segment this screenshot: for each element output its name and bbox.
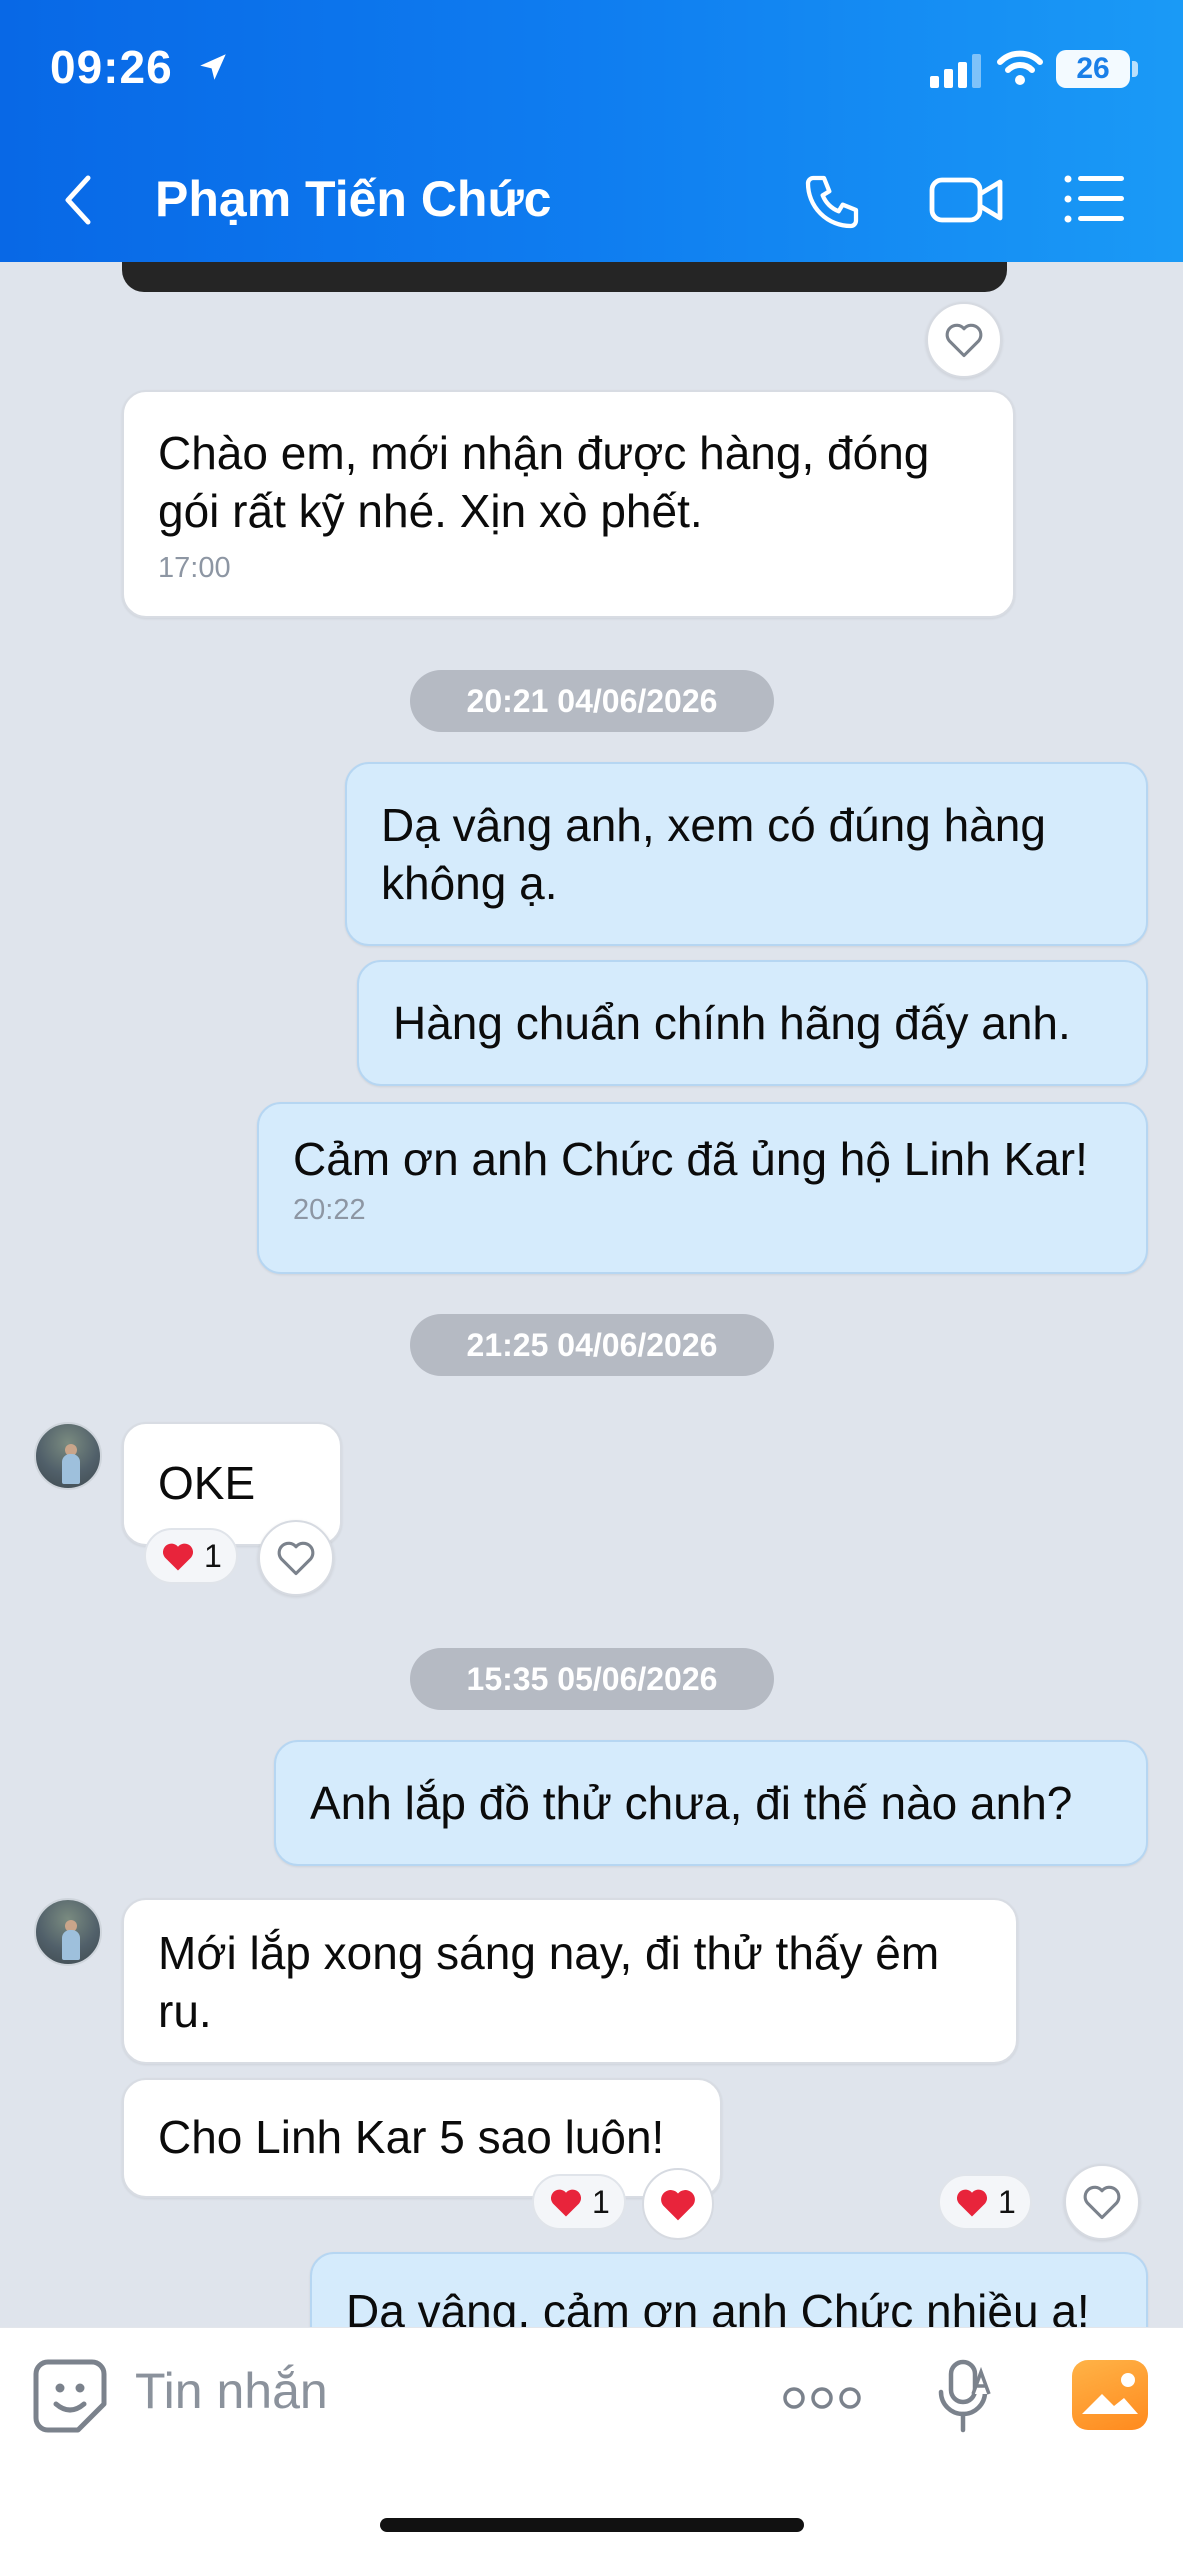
heart-outline-icon [945, 323, 983, 358]
like-button[interactable] [258, 1520, 334, 1596]
message-text: Dạ vâng anh, xem có đúng hàng không ạ. [381, 799, 1046, 909]
message-input[interactable]: Tin nhắn [135, 2362, 328, 2420]
reaction-count: 1 [998, 2183, 1016, 2220]
heart-icon [661, 2190, 695, 2221]
battery-indicator: 26 [1056, 50, 1130, 88]
date-separator: 15:35 05/06/2026 [410, 1648, 774, 1710]
reaction-badge[interactable]: 1 [144, 1528, 238, 1584]
heart-icon [162, 1543, 194, 1571]
incoming-message[interactable]: Mới lắp xong sáng nay, đi thử thấy êm ru… [122, 1898, 1018, 2064]
message-text: Cảm ơn anh Chức đã ủng hộ Linh Kar! [293, 1133, 1088, 1185]
photo-glyph-icon [1082, 2373, 1138, 2414]
chat-header: 09:26 26 Phạm Tiến Chức [0, 0, 1183, 262]
reaction-count: 1 [204, 1537, 222, 1574]
heart-outline-icon [1083, 2185, 1121, 2220]
location-arrow-icon [200, 54, 226, 80]
incoming-message[interactable]: Cho Linh Kar 5 sao luôn! [122, 2078, 722, 2198]
heart-outline-icon [277, 1541, 315, 1576]
message-text: Dạ vâng, cảm ơn anh Chức nhiều ạ! [346, 2285, 1090, 2327]
message-time: 17:00 [158, 552, 231, 584]
home-indicator [380, 2518, 804, 2532]
video-call-icon[interactable] [928, 172, 1004, 228]
like-button[interactable] [1064, 2164, 1140, 2240]
reaction-badge[interactable]: 1 [532, 2174, 626, 2230]
mic-icon[interactable] [935, 2358, 995, 2438]
message-text: Hàng chuẩn chính hãng đấy anh. [393, 997, 1071, 1049]
heart-icon [956, 2189, 988, 2217]
avatar[interactable] [34, 1898, 102, 1966]
like-button[interactable] [926, 302, 1002, 378]
reaction-count: 1 [592, 2183, 610, 2220]
phone-icon[interactable] [800, 170, 864, 234]
message-text: Mới lắp xong sáng nay, đi thử thấy êm ru… [158, 1927, 940, 2037]
outgoing-message[interactable]: Dạ vâng anh, xem có đúng hàng không ạ. [345, 762, 1148, 946]
date-separator: 21:25 04/06/2026 [410, 1314, 774, 1376]
date-separator: 20:21 04/06/2026 [410, 670, 774, 732]
message-text: Anh lắp đồ thử chưa, đi thế nào anh? [310, 1777, 1073, 1829]
contact-name[interactable]: Phạm Tiến Chức [155, 170, 551, 228]
image-icon[interactable] [1072, 2360, 1148, 2430]
message-text: Cho Linh Kar 5 sao luôn! [158, 2111, 665, 2163]
input-bar: Tin nhắn [0, 2327, 1183, 2560]
outgoing-message[interactable]: Dạ vâng, cảm ơn anh Chức nhiều ạ! [310, 2252, 1148, 2327]
my-reaction-button[interactable] [642, 2168, 714, 2240]
battery-cap [1132, 61, 1138, 77]
wifi-icon [997, 50, 1043, 85]
status-bar: 09:26 26 [0, 0, 1183, 140]
message-time: 20:22 [293, 1194, 366, 1226]
reaction-badge[interactable]: 1 [938, 2174, 1032, 2230]
more-icon[interactable] [782, 2386, 862, 2410]
outgoing-message[interactable]: Cảm ơn anh Chức đã ủng hộ Linh Kar! 20:2… [257, 1102, 1148, 1274]
sticker-icon[interactable] [32, 2358, 108, 2434]
menu-list-icon[interactable] [1064, 174, 1126, 224]
media-message[interactable] [122, 262, 1007, 292]
incoming-message[interactable]: Chào em, mới nhận được hàng, đóng gói rấ… [122, 390, 1015, 618]
message-list[interactable]: Chào em, mới nhận được hàng, đóng gói rấ… [0, 262, 1183, 2327]
message-text: OKE [158, 1457, 256, 1509]
status-time: 09:26 [50, 41, 173, 93]
heart-icon [550, 2189, 582, 2217]
signal-icon [930, 54, 981, 88]
message-text: Chào em, mới nhận được hàng, đóng gói rấ… [158, 427, 930, 537]
outgoing-message[interactable]: Anh lắp đồ thử chưa, đi thế nào anh? [274, 1740, 1148, 1866]
avatar[interactable] [34, 1422, 102, 1490]
outgoing-message[interactable]: Hàng chuẩn chính hãng đấy anh. [357, 960, 1148, 1086]
back-icon[interactable] [60, 172, 96, 228]
nav-bar: Phạm Tiến Chức [0, 150, 1183, 250]
